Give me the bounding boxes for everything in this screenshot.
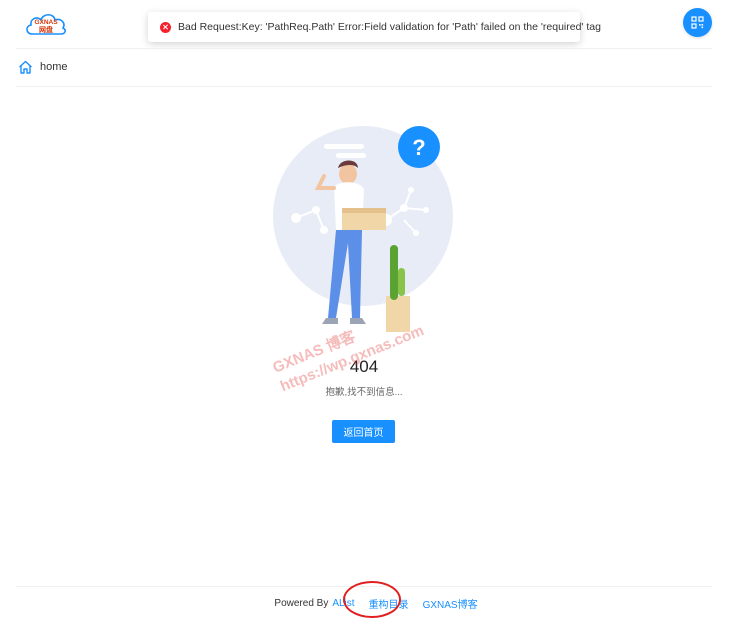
site-logo[interactable]: GXNAS 网盘: [24, 8, 68, 38]
top-header: GXNAS 网盘 Bad Request:Key: 'PathReq.Path'…: [0, 0, 752, 48]
toast-message: Bad Request:Key: 'PathReq.Path' Error:Fi…: [178, 21, 601, 33]
logo-bottom-text: 网盘: [39, 25, 53, 34]
qrcode-button[interactable]: [683, 8, 712, 37]
logo-top-text: GXNAS: [34, 19, 58, 26]
breadcrumb: home: [18, 58, 68, 76]
error-subtitle: 抱歉,找不到信息...: [325, 387, 403, 398]
breadcrumb-home-link[interactable]: home: [40, 61, 68, 73]
gxnas-blog-link[interactable]: GXNAS博客: [423, 596, 478, 611]
header-divider: [16, 48, 712, 49]
annotation-circle: [343, 581, 401, 618]
home-icon[interactable]: [18, 60, 33, 74]
cloud-logo-icon: GXNAS 网盘: [26, 13, 66, 35]
error-circle-icon: [160, 21, 171, 33]
breadcrumb-divider: [16, 86, 712, 87]
not-found-illustration: ?: [273, 126, 453, 332]
svg-text:?: ?: [412, 135, 425, 160]
error-code: 404: [349, 357, 379, 376]
qrcode-icon: [691, 16, 704, 29]
error-toast: Bad Request:Key: 'PathReq.Path' Error:Fi…: [148, 12, 601, 42]
powered-by-text: Powered By: [274, 597, 329, 609]
back-home-button[interactable]: 返回首页: [332, 420, 395, 443]
